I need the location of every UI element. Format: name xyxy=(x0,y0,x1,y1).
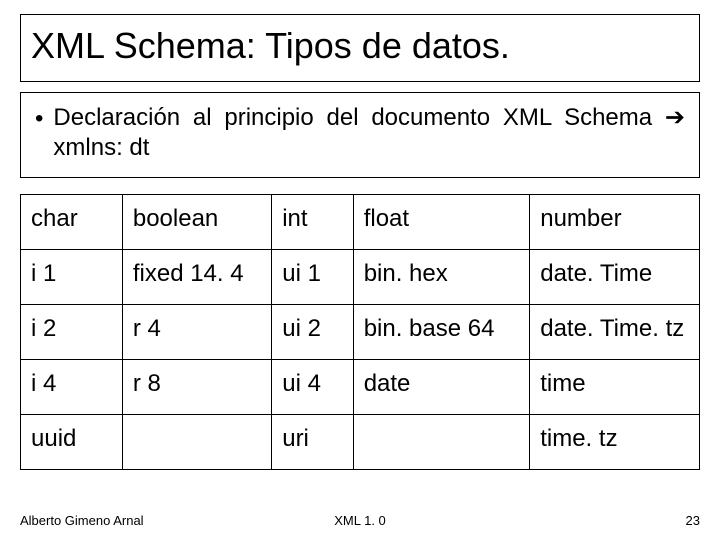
table-row: uuid uri time. tz xyxy=(21,415,700,470)
bullet-item: • Declaración al principio del documento… xyxy=(35,103,685,163)
table-cell: bin. base 64 xyxy=(353,305,530,360)
table-cell: time xyxy=(530,360,700,415)
bullet-container: • Declaración al principio del documento… xyxy=(20,92,700,178)
footer-page-number: 23 xyxy=(686,513,700,528)
table-cell: i 4 xyxy=(21,360,123,415)
table-cell: uri xyxy=(272,415,353,470)
table-cell: date. Time xyxy=(530,250,700,305)
table-cell xyxy=(122,415,271,470)
table-cell: time. tz xyxy=(530,415,700,470)
table-row: i 2 r 4 ui 2 bin. base 64 date. Time. tz xyxy=(21,305,700,360)
table-cell: uuid xyxy=(21,415,123,470)
bullet-marker: • xyxy=(35,103,43,133)
table-cell: bin. hex xyxy=(353,250,530,305)
table-cell: char xyxy=(21,195,123,250)
table-cell: float xyxy=(353,195,530,250)
slide-title: XML Schema: Tipos de datos. xyxy=(31,25,689,67)
table-cell: date xyxy=(353,360,530,415)
table-cell: int xyxy=(272,195,353,250)
table-cell: ui 4 xyxy=(272,360,353,415)
table-cell: boolean xyxy=(122,195,271,250)
table-cell: ui 1 xyxy=(272,250,353,305)
table-cell: i 2 xyxy=(21,305,123,360)
table-row: i 4 r 8 ui 4 date time xyxy=(21,360,700,415)
table-row: i 1 fixed 14. 4 ui 1 bin. hex date. Time xyxy=(21,250,700,305)
table-cell: ui 2 xyxy=(272,305,353,360)
table-cell: fixed 14. 4 xyxy=(122,250,271,305)
bullet-prefix: Declaración al principio del documento X… xyxy=(53,104,664,131)
table-cell: date. Time. tz xyxy=(530,305,700,360)
table-cell: r 4 xyxy=(122,305,271,360)
footer: Alberto Gimeno Arnal XML 1. 0 23 xyxy=(20,513,700,528)
bullet-text: Declaración al principio del documento X… xyxy=(53,103,685,163)
title-container: XML Schema: Tipos de datos. xyxy=(20,14,700,82)
datatype-table: char boolean int float number i 1 fixed … xyxy=(20,194,700,470)
table-cell: number xyxy=(530,195,700,250)
table-row: char boolean int float number xyxy=(21,195,700,250)
table-cell xyxy=(353,415,530,470)
table-cell: r 8 xyxy=(122,360,271,415)
table-cell: i 1 xyxy=(21,250,123,305)
footer-author: Alberto Gimeno Arnal xyxy=(20,513,144,528)
footer-center: XML 1. 0 xyxy=(334,513,386,528)
arrow-icon: ➔ xyxy=(665,104,685,131)
bullet-suffix: xmlns: dt xyxy=(53,134,149,161)
